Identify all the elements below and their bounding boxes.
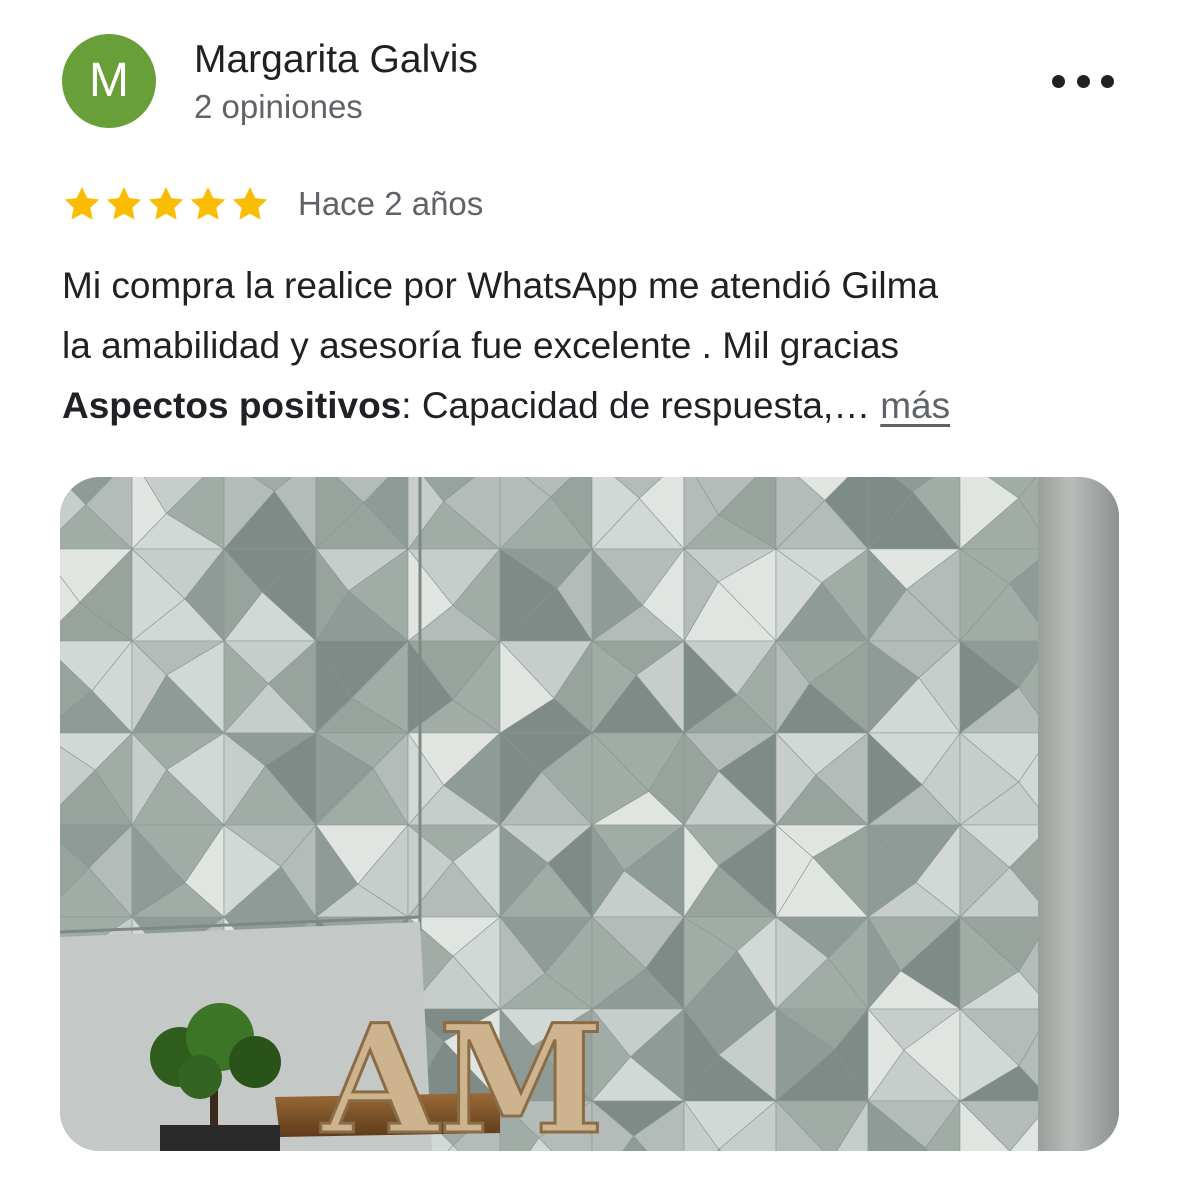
- menu-dot: [1052, 74, 1065, 88]
- star-icon: [232, 187, 268, 220]
- author-avatar[interactable]: M: [62, 34, 156, 128]
- review-highlights: Aspectos positivos: Capacidad de respues…: [62, 376, 1122, 436]
- star-rating: [62, 184, 270, 224]
- highlights-label: Aspectos positivos: [62, 385, 402, 426]
- star-icon: [64, 187, 100, 220]
- monogram-letters: AM: [320, 992, 604, 1151]
- menu-dot: [1101, 74, 1114, 88]
- review-text-line: la amabilidad y asesoría fue excelente .…: [62, 325, 900, 366]
- more-options-icon[interactable]: [1052, 64, 1114, 98]
- star-icon: [148, 187, 184, 220]
- review-photo[interactable]: AM: [60, 477, 1119, 1151]
- highlights-value: Capacidad de respuesta,…: [421, 385, 871, 426]
- author-name[interactable]: Margarita Galvis: [194, 38, 478, 82]
- author-review-count: 2 opiniones: [194, 88, 363, 125]
- review-date: Hace 2 años: [298, 185, 484, 222]
- review-text-line: Mi compra la realice por WhatsApp me ate…: [62, 265, 939, 306]
- highlights-separator: :: [401, 385, 422, 426]
- star-icon: [106, 187, 142, 220]
- menu-dot: [1076, 74, 1090, 88]
- review-text: Mi compra la realice por WhatsApp me ate…: [62, 256, 1122, 436]
- rating-row: Hace 2 años: [62, 178, 483, 230]
- monogram-decoration: AM: [319, 991, 606, 1152]
- wall-panel-photo-image: AM: [60, 477, 1119, 1151]
- avatar-initial: M: [89, 54, 129, 107]
- star-icon: [190, 187, 226, 220]
- more-link[interactable]: más: [880, 385, 950, 426]
